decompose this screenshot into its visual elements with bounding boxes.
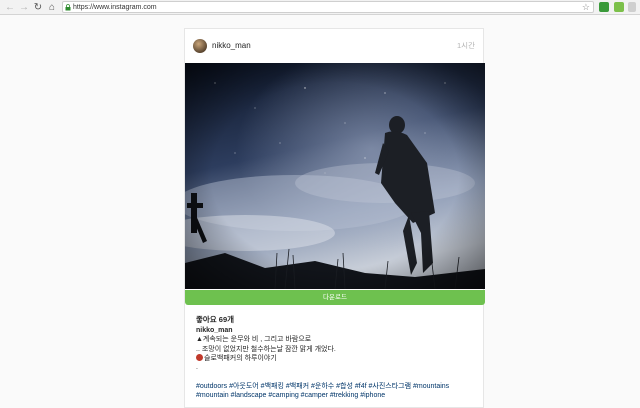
- post-header: nikko_man 1시간: [185, 29, 485, 63]
- caption-line: .. 조망이 없었지만 철수하는날 잠깐 맑게 개었다.: [196, 345, 336, 353]
- url-text: https://www.instagram.com: [73, 3, 157, 11]
- bookmark-star-icon[interactable]: ☆: [582, 2, 590, 12]
- caption-line: 슬로백패커의 하루이야기: [204, 354, 277, 362]
- hashtags[interactable]: #outdoors #아웃도어 #백패킹 #백패커 #운하수 #합성 #f4f …: [196, 382, 478, 401]
- forward-arrow-icon[interactable]: →: [17, 0, 31, 14]
- caption-username[interactable]: nikko_man: [196, 326, 478, 335]
- post-caption: nikko_man ▲계속되는 운무와 비 , 그리고 바람으로 .. 조망이 …: [196, 326, 478, 400]
- post-photo[interactable]: [185, 63, 485, 289]
- home-icon[interactable]: ⌂: [45, 0, 59, 14]
- download-button[interactable]: 다운로드: [185, 290, 485, 305]
- lock-icon: [63, 2, 73, 12]
- address-bar[interactable]: https://www.instagram.com ☆: [62, 1, 594, 13]
- post-username[interactable]: nikko_man: [212, 41, 251, 50]
- caption-line: ▲계속되는 운무와 비 , 그리고 바람으로: [196, 336, 312, 344]
- browser-toolbar: ← → ↻ ⌂ https://www.instagram.com ☆: [0, 0, 640, 15]
- extension-icon[interactable]: [614, 2, 624, 12]
- caption-line-with-bullet: 슬로백패커의 하루이야기: [196, 353, 478, 363]
- extension-icon[interactable]: [628, 2, 636, 12]
- reload-icon[interactable]: ↻: [31, 0, 45, 14]
- post-card: nikko_man 1시간 다운로드 좋아요 69개 nikko_man ▲계속…: [184, 28, 485, 408]
- extension-icon[interactable]: [599, 2, 609, 12]
- bullet-icon: [196, 353, 203, 361]
- caption-line: .: [196, 364, 198, 372]
- back-arrow-icon[interactable]: ←: [3, 0, 17, 14]
- avatar[interactable]: [193, 39, 207, 53]
- like-count[interactable]: 좋아요 69개: [196, 314, 234, 325]
- post-timestamp[interactable]: 1시간: [457, 40, 475, 51]
